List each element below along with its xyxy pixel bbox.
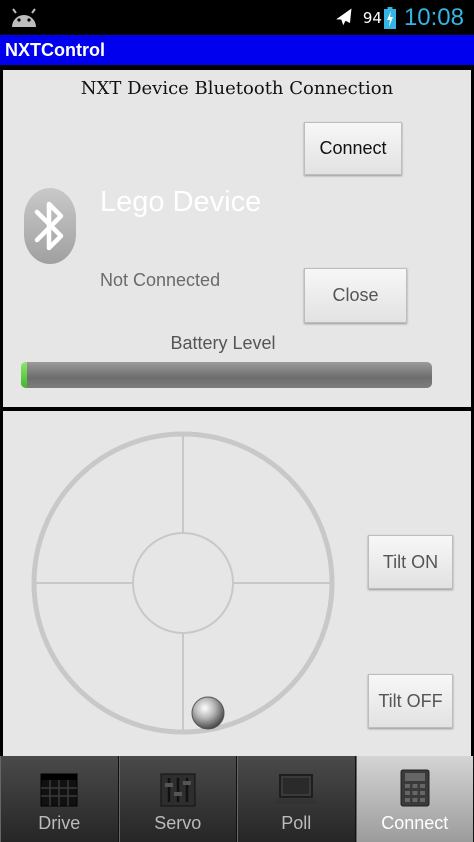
status-icons: 94 10:08 (333, 2, 464, 34)
app-title: NXTControl (5, 40, 105, 60)
airplane-mode-icon (333, 7, 355, 29)
bottom-tab-bar: Drive Servo Poll Connect (0, 756, 474, 842)
tab-drive[interactable]: Drive (0, 756, 119, 842)
tab-connect[interactable]: Connect (355, 756, 474, 842)
tilt-on-button[interactable]: Tilt ON (368, 535, 453, 589)
battery-percent: 94 (362, 9, 382, 27)
joystick-ball (191, 696, 225, 730)
connection-heading: NXT Device Bluetooth Connection (80, 78, 394, 99)
tab-poll[interactable]: Poll (237, 756, 356, 842)
tab-servo[interactable]: Servo (118, 756, 237, 842)
android-icon (12, 8, 36, 27)
status-clock: 10:08 (403, 4, 464, 31)
battery-charging-icon (383, 7, 396, 29)
connect-device-icon (400, 769, 430, 807)
tilt-off-button[interactable]: Tilt OFF (368, 674, 453, 728)
close-button[interactable]: Close (304, 268, 407, 323)
servo-sliders-icon (160, 773, 196, 807)
joystick-pad[interactable] (30, 430, 336, 736)
battery-progress-bar (21, 362, 432, 388)
tab-poll-label: Poll (281, 813, 312, 833)
tab-servo-label: Servo (154, 813, 202, 833)
screen: 94 10:08 NXTControl NXT Device Bluetooth… (0, 0, 474, 842)
tab-drive-label: Drive (38, 813, 81, 833)
app-title-bar: NXTControl (0, 35, 474, 65)
connect-button[interactable]: Connect (304, 122, 402, 175)
drive-grid-icon (40, 773, 78, 807)
battery-indicator: 94 (363, 7, 396, 29)
poll-monitor-icon (276, 774, 317, 804)
device-name: Lego Device (100, 186, 262, 218)
bluetooth-icon (24, 188, 76, 264)
connection-status: Not Connected (100, 270, 221, 290)
battery-progress-fill (21, 362, 28, 388)
battery-level-label: Battery Level (170, 333, 276, 353)
tab-connect-label: Connect (381, 813, 449, 833)
status-bar: 94 10:08 (0, 0, 474, 35)
